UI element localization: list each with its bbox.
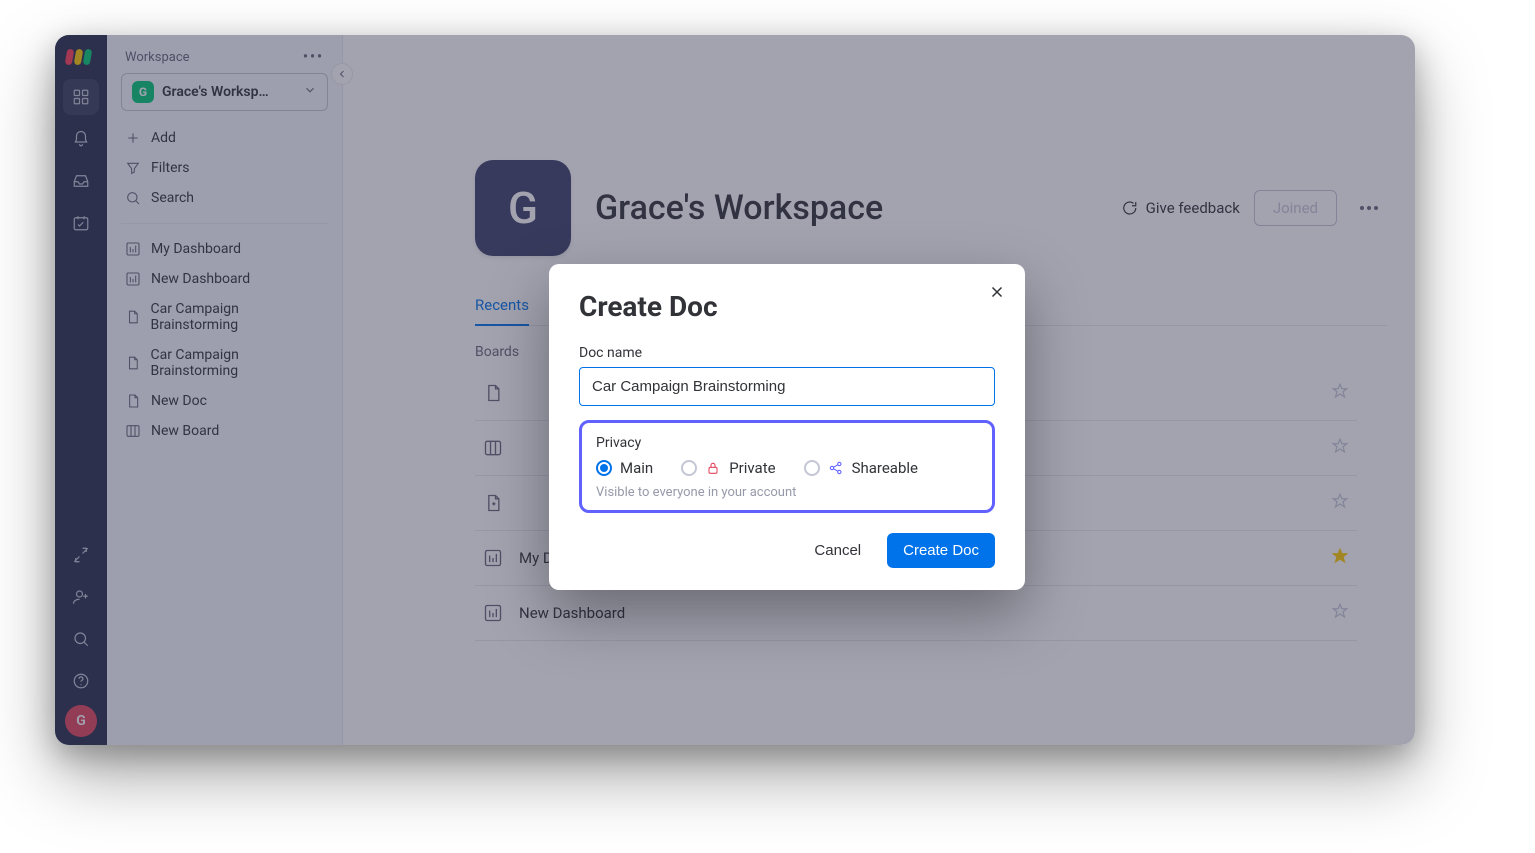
doc-icon [483, 383, 503, 403]
close-button[interactable] [983, 278, 1011, 306]
privacy-section: Privacy Main Private Shareable Visible t… [579, 420, 995, 513]
sidebar-item-label: Car Campaign Brainstorming [150, 301, 324, 333]
sidebar-item-label: Car Campaign Brainstorming [150, 347, 324, 379]
inbox-icon[interactable] [63, 163, 99, 199]
modal-title: Create Doc [579, 290, 995, 323]
radio-icon [681, 460, 697, 476]
help-icon[interactable] [63, 663, 99, 699]
sidebar-item-doc[interactable]: Car Campaign Brainstorming [117, 294, 332, 340]
sidebar-item-label: New Board [151, 423, 219, 439]
sidebar-search-button[interactable]: Search [117, 183, 332, 213]
sidebar-item-label: Search [151, 190, 194, 206]
star-icon[interactable] [1331, 602, 1349, 624]
board-icon [483, 438, 503, 458]
star-icon[interactable] [1331, 437, 1349, 459]
close-icon [988, 283, 1006, 301]
star-icon[interactable] [1331, 382, 1349, 404]
radio-icon [804, 460, 820, 476]
lock-icon [705, 460, 721, 476]
sidebar-item-label: Add [151, 130, 176, 146]
app-window: G Workspace ••• G Grace's Worksp… Add Fi… [55, 35, 1415, 745]
option-label: Shareable [852, 459, 918, 477]
create-doc-modal: Create Doc Doc name Privacy Main Private… [549, 264, 1025, 590]
workspace-badge: G [132, 81, 154, 103]
option-label: Main [620, 459, 653, 477]
sidebar-item-doc[interactable]: New Doc [117, 386, 332, 416]
dashboard-icon [483, 548, 503, 568]
privacy-option-shareable[interactable]: Shareable [804, 459, 918, 477]
sidebar: Workspace ••• G Grace's Worksp… Add Filt… [107, 35, 343, 745]
sidebar-item-label: New Doc [151, 393, 207, 409]
workspaces-icon[interactable] [63, 79, 99, 115]
joined-button[interactable]: Joined [1254, 190, 1337, 226]
tab-recents[interactable]: Recents [475, 296, 529, 326]
star-icon[interactable] [1331, 547, 1349, 569]
sidebar-menu-button[interactable]: ••• [303, 49, 324, 65]
privacy-option-private[interactable]: Private [681, 459, 775, 477]
workspace-selector[interactable]: G Grace's Worksp… [121, 73, 328, 111]
sidebar-add-button[interactable]: Add [117, 123, 332, 153]
calendar-icon[interactable] [63, 205, 99, 241]
sidebar-filters-button[interactable]: Filters [117, 153, 332, 183]
star-icon[interactable] [1331, 492, 1349, 514]
sidebar-item-dashboard[interactable]: My Dashboard [117, 234, 332, 264]
sidebar-item-doc[interactable]: Car Campaign Brainstorming [117, 340, 332, 386]
create-doc-button[interactable]: Create Doc [887, 533, 995, 568]
doc-add-icon [483, 493, 503, 513]
page-title: Grace's Workspace [595, 188, 883, 228]
workspace-name: Grace's Worksp… [162, 84, 295, 100]
integrations-icon[interactable] [63, 537, 99, 573]
privacy-hint: Visible to everyone in your account [596, 485, 978, 500]
privacy-label: Privacy [596, 435, 978, 451]
row-name: New Dashboard [519, 604, 1315, 622]
workspace-tile: G [475, 160, 571, 256]
collapse-sidebar-button[interactable] [331, 63, 353, 85]
nav-rail: G [55, 35, 107, 745]
cancel-button[interactable]: Cancel [798, 533, 877, 568]
sidebar-item-board[interactable]: New Board [117, 416, 332, 446]
notifications-icon[interactable] [63, 121, 99, 157]
invite-icon[interactable] [63, 579, 99, 615]
sidebar-divider [121, 223, 328, 224]
list-item[interactable]: New Dashboard [475, 586, 1357, 641]
privacy-option-main[interactable]: Main [596, 459, 653, 477]
user-avatar[interactable]: G [65, 705, 97, 737]
sidebar-item-label: My Dashboard [151, 241, 241, 257]
doc-name-label: Doc name [579, 345, 995, 361]
search-icon[interactable] [63, 621, 99, 657]
option-label: Private [729, 459, 775, 477]
sidebar-item-label: Filters [151, 160, 190, 176]
share-icon [828, 460, 844, 476]
feedback-label: Give feedback [1146, 199, 1240, 217]
product-logo [66, 47, 96, 65]
sidebar-items: My Dashboard New Dashboard Car Campaign … [117, 234, 332, 446]
chevron-down-icon [303, 83, 317, 101]
sidebar-item-label: New Dashboard [151, 271, 250, 287]
workspace-header: G Grace's Workspace Give feedback Joined [475, 160, 1387, 256]
doc-name-input[interactable] [579, 367, 995, 406]
give-feedback-button[interactable]: Give feedback [1120, 199, 1240, 217]
dashboard-icon [483, 603, 503, 623]
radio-icon [596, 460, 612, 476]
sidebar-item-dashboard[interactable]: New Dashboard [117, 264, 332, 294]
sidebar-section-title: Workspace [125, 50, 190, 65]
more-options-button[interactable] [1351, 190, 1387, 226]
